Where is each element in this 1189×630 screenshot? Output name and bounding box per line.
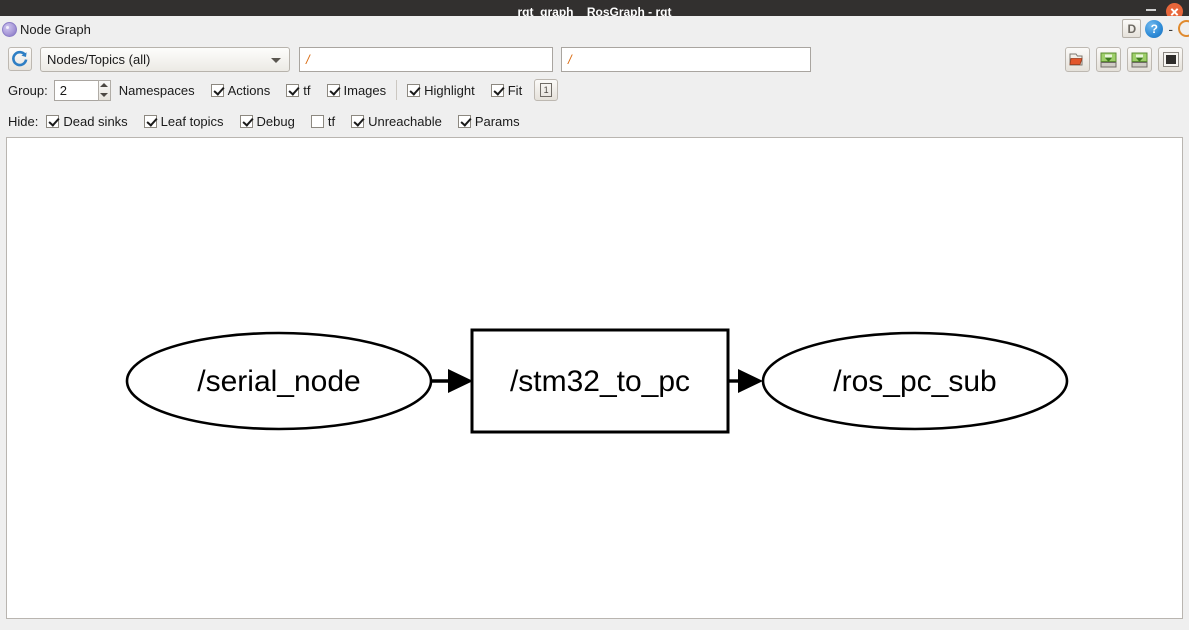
checkbox-params-box[interactable]: [457, 114, 471, 128]
namespace-filter-input[interactable]: /: [299, 46, 553, 72]
dock-header-controls: D ? -: [1122, 19, 1189, 38]
minimize-icon[interactable]: [1146, 6, 1156, 16]
graph-node-stm32_to_pc[interactable]: /stm32_to_pc: [470, 328, 730, 434]
graph-canvas[interactable]: /serial_node /stm32_to_pc /ros_pc_sub: [6, 137, 1183, 619]
checkbox-images-label: Images: [343, 82, 387, 98]
close-icon[interactable]: [1166, 3, 1183, 16]
checkbox-fit[interactable]: Fit: [490, 82, 523, 98]
dock-title-label: Node Graph: [20, 22, 91, 37]
checkbox-leaf-topics-label: Leaf topics: [160, 113, 224, 129]
topic-filter-input[interactable]: /: [561, 46, 811, 72]
toolbar-divider: [396, 80, 398, 100]
checkbox-dead-sinks[interactable]: Dead sinks: [46, 113, 128, 129]
help-icon[interactable]: ?: [1145, 19, 1164, 38]
refresh-button[interactable]: [8, 47, 32, 71]
group-toolbar: Group: 2 Namespaces Actions tf Images Hi…: [0, 78, 1189, 102]
group-level-value: 2: [59, 82, 67, 98]
window-title: rqt_graph__RosGraph - rqt: [517, 5, 672, 16]
graph-node-stm32_to_pc-label: /stm32_to_pc: [510, 365, 690, 398]
checkbox-tf-label: tf: [303, 82, 311, 98]
graph-node-ros_pc_sub[interactable]: /ros_pc_sub: [761, 331, 1069, 431]
checkbox-highlight-label: Highlight: [424, 82, 475, 98]
node-graph-svg: /serial_node /stm32_to_pc /ros_pc_sub: [125, 328, 1069, 434]
window-titlebar: rqt_graph__RosGraph - rqt: [0, 0, 1189, 16]
toolbar-action-buttons: [1065, 47, 1183, 72]
fullscreen-button[interactable]: [1158, 47, 1183, 72]
checkbox-highlight-box[interactable]: [407, 83, 421, 97]
checkbox-hide-tf-box[interactable]: [310, 114, 324, 128]
checkbox-unreachable[interactable]: Unreachable: [351, 114, 442, 129]
checkbox-tf[interactable]: tf: [286, 82, 311, 98]
graph-node-serial_node[interactable]: /serial_node: [125, 331, 433, 431]
save-image-button[interactable]: [1127, 47, 1152, 72]
graph-edge-serial_node-stm32_to_pc: [431, 369, 473, 393]
checkbox-unreachable-label: Unreachable: [368, 113, 442, 129]
ros-node-graph-icon: [2, 22, 17, 37]
checkbox-leaf-topics-box[interactable]: [143, 114, 157, 128]
dock-separator: -: [1168, 20, 1173, 37]
checkbox-actions[interactable]: Actions: [210, 82, 271, 98]
checkbox-debug-box[interactable]: [239, 114, 253, 128]
checkbox-params-label: Params: [474, 113, 520, 129]
screen-icon: [1162, 52, 1179, 67]
checkbox-tf-box[interactable]: [286, 83, 300, 97]
hide-label: Hide:: [8, 113, 39, 129]
graph-type-select[interactable]: Nodes/Topics (all): [40, 46, 290, 72]
save-dot-icon: [1100, 52, 1117, 67]
dock-title-group: Node Graph: [0, 22, 91, 37]
checkbox-fit-label: Fit: [507, 82, 523, 98]
checkbox-fit-box[interactable]: [490, 83, 504, 97]
group-level-spinner[interactable]: 2: [53, 79, 111, 101]
checkbox-hide-tf-label: tf: [327, 113, 336, 129]
checkbox-dead-sinks-box[interactable]: [46, 114, 60, 128]
window-controls: [1146, 0, 1183, 16]
spinner-up-icon[interactable]: [100, 83, 109, 88]
topic-filter-value: /: [568, 51, 572, 67]
checkbox-images[interactable]: Images: [326, 82, 387, 98]
checkbox-actions-label: Actions: [227, 82, 271, 98]
float-dock-button[interactable]: D: [1122, 19, 1142, 38]
checkbox-hide-tf[interactable]: tf: [310, 113, 336, 129]
checkbox-leaf-topics[interactable]: Leaf topics: [143, 113, 224, 129]
refresh-icon: [12, 50, 28, 67]
namespace-filter-value: /: [306, 51, 310, 67]
load-dot-button[interactable]: [1065, 47, 1090, 72]
zoom-reset-label: 1: [540, 83, 553, 97]
graph-node-ros_pc_sub-label: /ros_pc_sub: [833, 365, 996, 398]
graph-edge-stm32_to_pc-ros_pc_sub: [728, 369, 763, 393]
graph-toolbar: Nodes/Topics (all) / /: [0, 44, 1189, 74]
checkbox-params[interactable]: Params: [457, 113, 520, 129]
checkbox-debug[interactable]: Debug: [239, 113, 295, 129]
checkbox-highlight[interactable]: Highlight: [407, 83, 475, 98]
close-dock-icon[interactable]: [1178, 20, 1189, 37]
group-label: Group:: [8, 82, 48, 98]
checkbox-images-box[interactable]: [326, 83, 340, 97]
graph-type-value: Nodes/Topics (all): [47, 51, 151, 67]
spinner-down-icon[interactable]: [100, 92, 109, 97]
open-folder-icon: [1069, 53, 1083, 65]
spinner-arrows[interactable]: [97, 79, 111, 101]
checkbox-actions-box[interactable]: [210, 83, 224, 97]
graph-node-serial_node-label: /serial_node: [197, 365, 360, 398]
checkbox-debug-label: Debug: [256, 113, 295, 129]
namespaces-label: Namespaces: [118, 82, 195, 98]
checkbox-unreachable-box[interactable]: [351, 114, 365, 128]
save-image-icon: [1131, 52, 1148, 67]
hide-toolbar: Hide: Dead sinks Leaf topics Debug tf Un…: [0, 110, 1189, 132]
zoom-reset-button[interactable]: 1: [534, 79, 559, 101]
dock-header: Node Graph D ? -: [0, 16, 1189, 43]
save-dot-button[interactable]: [1096, 47, 1121, 72]
checkbox-dead-sinks-label: Dead sinks: [63, 113, 128, 129]
chevron-down-icon: [271, 57, 281, 63]
